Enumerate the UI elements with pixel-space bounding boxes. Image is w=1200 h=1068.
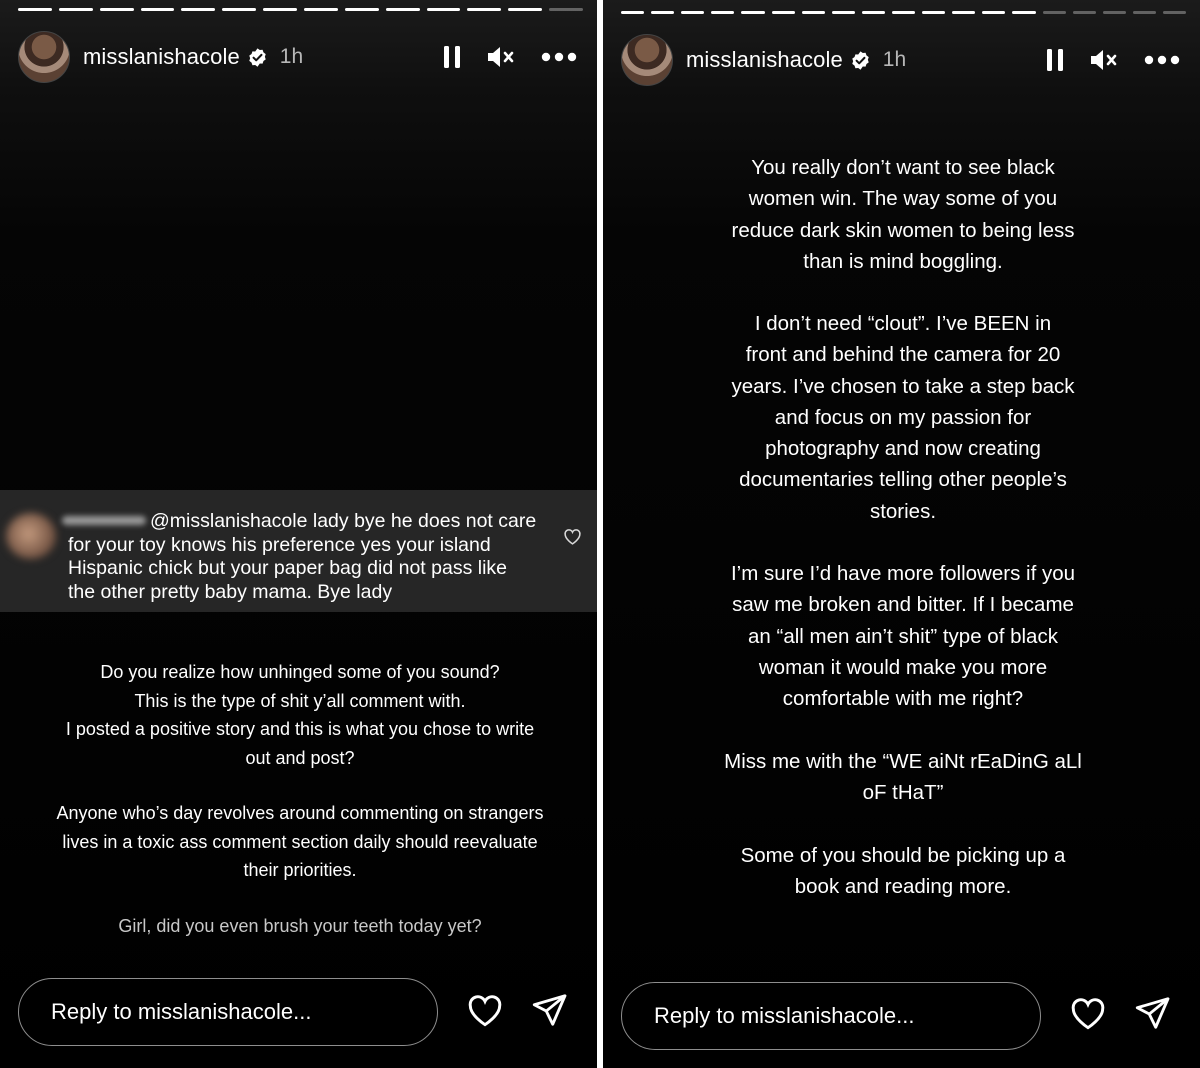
progress-segment — [344, 8, 379, 11]
comment-mention: @misslanishacole — [150, 510, 308, 532]
speaker-muted-icon[interactable] — [487, 45, 515, 69]
pause-icon[interactable] — [1046, 48, 1064, 72]
story-header: misslanishacole 1h — [18, 31, 577, 83]
username[interactable]: misslanishacole — [83, 44, 240, 70]
progress-segment — [181, 8, 216, 11]
progress-segment — [681, 11, 705, 14]
progress-segment — [741, 11, 765, 14]
progress-segment — [222, 8, 257, 11]
pause-icon[interactable] — [443, 45, 461, 69]
story-right: misslanishacole 1h You really don’t want… — [603, 0, 1200, 1068]
story-header: misslanishacole 1h — [621, 34, 1180, 86]
progress-segment — [140, 8, 175, 11]
progress-segment — [1102, 11, 1126, 14]
post-time: 1h — [279, 45, 304, 68]
caption-paragraph: Girl, did you even brush your teeth toda… — [118, 916, 482, 936]
progress-segment — [508, 8, 543, 11]
progress-segment — [711, 11, 735, 14]
story-left: misslanishacole 1h @misslanishacole lady… — [0, 0, 597, 1068]
caption-paragraph: You really don’t want to see black women… — [731, 156, 1075, 273]
progress-segment — [1072, 11, 1096, 14]
progress-segment — [263, 8, 298, 11]
more-options-icon[interactable] — [541, 52, 577, 62]
progress-segment — [982, 11, 1006, 14]
progress-segment — [467, 8, 502, 11]
paper-plane-icon[interactable] — [532, 993, 568, 1027]
progress-segment — [426, 8, 461, 11]
progress-segment — [621, 11, 645, 14]
avatar[interactable] — [18, 31, 70, 83]
paper-plane-icon[interactable] — [1135, 996, 1171, 1030]
caption-paragraph: Some of you should be picking up a book … — [740, 844, 1066, 899]
heart-icon — [564, 529, 581, 545]
progress-segment — [952, 11, 976, 14]
progress-segment — [1132, 11, 1156, 14]
caption-paragraph: I don’t need “clout”. I’ve BEEN in front… — [731, 312, 1075, 523]
progress-segment — [1162, 11, 1187, 14]
caption-paragraph: Do you realize how unhinged some of you … — [65, 662, 535, 768]
caption-paragraph: Miss me with the “WE aiNt rEaDinG aLl oF… — [724, 750, 1082, 805]
heart-icon[interactable] — [1069, 996, 1107, 1030]
comment-text: @misslanishacole lady bye he does not ca… — [68, 510, 538, 604]
story-progress-bar — [18, 8, 584, 11]
verified-badge-icon — [249, 47, 266, 67]
caption-paragraph: I’m sure I’d have more followers if you … — [730, 562, 1076, 711]
progress-segment — [549, 8, 584, 11]
progress-segment — [385, 8, 420, 11]
progress-segment — [861, 11, 885, 14]
progress-segment — [1012, 11, 1036, 14]
verified-badge-icon — [852, 50, 869, 70]
progress-segment — [801, 11, 825, 14]
post-time: 1h — [882, 48, 907, 71]
progress-segment — [891, 11, 916, 14]
reply-input[interactable]: Reply to misslanishacole... — [621, 982, 1041, 1050]
progress-segment — [922, 11, 946, 14]
speaker-muted-icon[interactable] — [1090, 48, 1118, 72]
story-progress-bar — [621, 11, 1187, 14]
avatar[interactable] — [621, 34, 673, 86]
commenter-avatar — [6, 513, 56, 559]
progress-segment — [651, 11, 675, 14]
progress-segment — [1042, 11, 1066, 14]
progress-segment — [771, 11, 795, 14]
progress-segment — [58, 8, 93, 11]
username[interactable]: misslanishacole — [686, 47, 843, 73]
caption-paragraph: Anyone who’s day revolves around comment… — [56, 803, 544, 880]
heart-icon[interactable] — [466, 993, 504, 1027]
more-options-icon[interactable] — [1144, 55, 1180, 65]
progress-segment — [831, 11, 855, 14]
progress-segment — [99, 8, 134, 11]
progress-segment — [304, 8, 338, 11]
reply-input[interactable]: Reply to misslanishacole... — [18, 978, 438, 1046]
progress-segment — [18, 8, 52, 11]
